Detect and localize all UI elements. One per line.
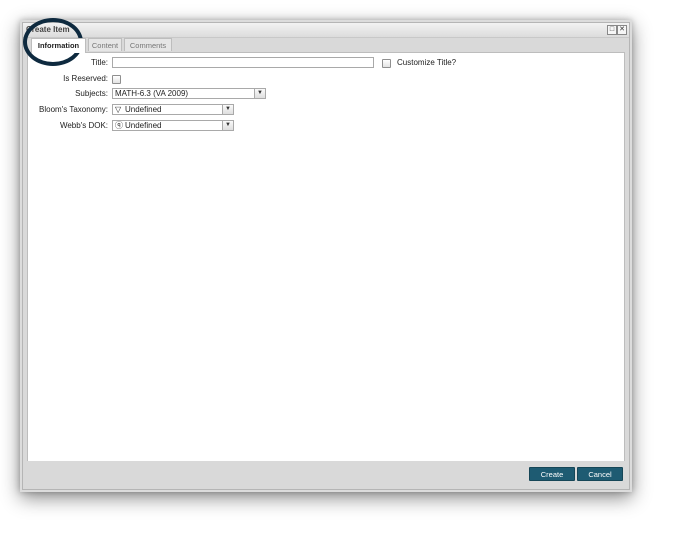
dialog-titlebar[interactable]: Create Item □ ✕ — [23, 23, 629, 38]
question-circle-icon: ⓠ — [115, 121, 123, 130]
close-icon[interactable]: ✕ — [617, 25, 627, 35]
tab-strip: Information Content Comments — [27, 38, 625, 53]
dialog-footer: Create Cancel — [23, 461, 629, 489]
webbs-value: Undefined — [125, 121, 162, 130]
webbs-label: Webb's DOK: — [59, 121, 108, 130]
dialog-title: Create Item — [26, 25, 70, 34]
chevron-down-icon[interactable]: ▼ — [222, 121, 233, 130]
subjects-select[interactable]: MATH-6.3 (VA 2009) ▼ — [112, 88, 266, 99]
blooms-label: Bloom's Taxonomy: — [39, 105, 108, 114]
create-item-dialog: Create Item □ ✕ Information Content Comm… — [22, 22, 630, 490]
cancel-button[interactable]: Cancel — [577, 467, 623, 481]
pyramid-icon: ▽ — [115, 105, 122, 114]
is-reserved-label: Is Reserved: — [63, 74, 108, 83]
blooms-value: Undefined — [125, 105, 162, 114]
title-label: Title: — [90, 58, 108, 67]
blooms-select[interactable]: ▽ Undefined ▼ — [112, 104, 234, 115]
tab-content[interactable]: Content — [88, 38, 122, 51]
webbs-select[interactable]: ⓠ Undefined ▼ — [112, 120, 234, 131]
tab-comments[interactable]: Comments — [124, 38, 172, 51]
chevron-down-icon[interactable]: ▼ — [254, 89, 265, 98]
is-reserved-checkbox[interactable] — [112, 75, 121, 84]
subjects-value: MATH-6.3 (VA 2009) — [115, 89, 189, 98]
information-panel: Title: Customize Title? Is Reserved: Sub… — [27, 52, 625, 462]
tab-information[interactable]: Information — [31, 38, 86, 53]
title-input[interactable] — [112, 57, 374, 68]
chevron-down-icon[interactable]: ▼ — [222, 105, 233, 114]
maximize-icon[interactable]: □ — [607, 25, 617, 35]
create-button[interactable]: Create — [529, 467, 575, 481]
customize-title-checkbox[interactable] — [382, 59, 391, 68]
subjects-label: Subjects: — [75, 89, 108, 98]
customize-title-label: Customize Title? — [397, 58, 457, 67]
